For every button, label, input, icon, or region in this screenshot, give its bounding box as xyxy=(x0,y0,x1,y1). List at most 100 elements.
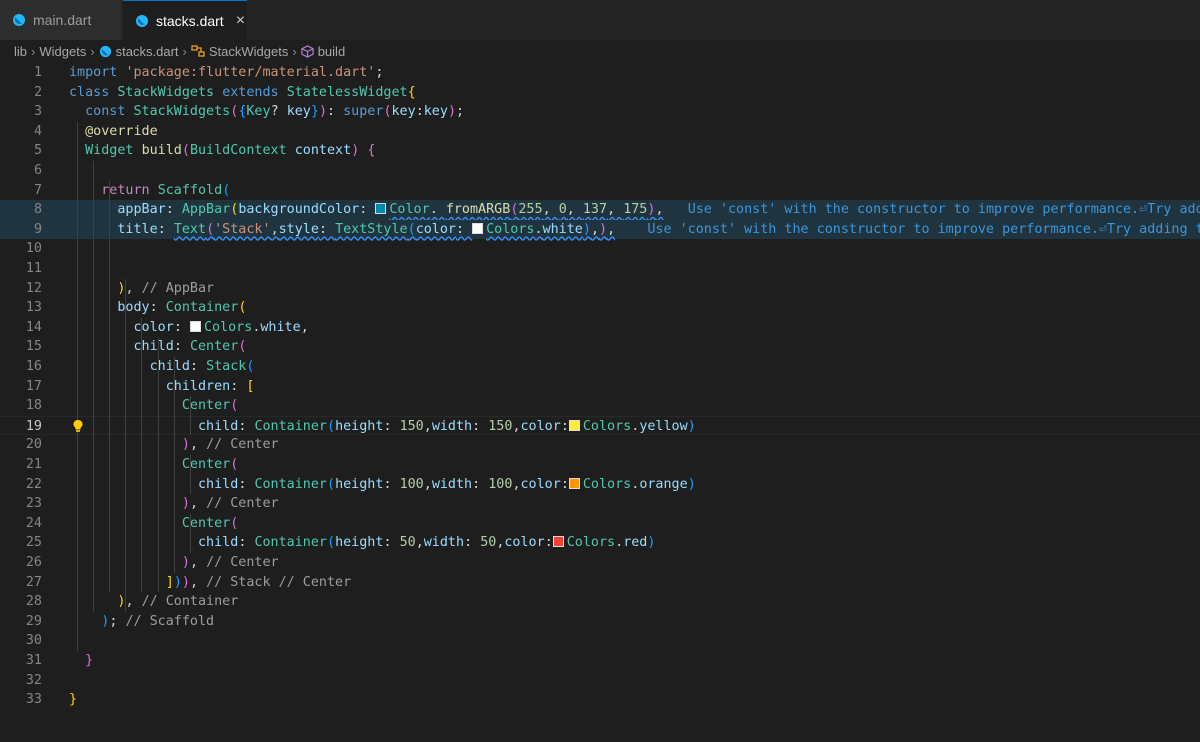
code-text: } xyxy=(69,651,93,671)
code-line[interactable]: 4 @override xyxy=(0,122,1200,142)
code-line[interactable]: 14 color: Colors.white, xyxy=(0,318,1200,338)
code-token: Container xyxy=(254,476,327,492)
code-token: Colors xyxy=(582,418,632,434)
code-line[interactable]: 28 ), // Container xyxy=(0,592,1200,612)
line-number: 33 xyxy=(25,692,42,708)
code-token: extends xyxy=(222,84,287,100)
code-line[interactable]: 3 const StackWidgets({Key? key}): super(… xyxy=(0,102,1200,122)
code-token: appBar xyxy=(117,202,166,218)
code-token: . xyxy=(615,535,624,551)
code-line[interactable]: 19 child: Container(height: 150,width: 1… xyxy=(0,415,1200,436)
code-text: child: Container(height: 100,width: 100,… xyxy=(69,475,696,495)
line-number: 7 xyxy=(33,182,42,198)
code-line[interactable]: 10 xyxy=(0,239,1200,259)
code-line[interactable]: 30 xyxy=(0,631,1200,651)
code-line[interactable]: 6 xyxy=(0,161,1200,181)
line-number: 11 xyxy=(25,261,42,276)
code-token: , xyxy=(655,202,664,218)
code-line[interactable]: 20 ), // Center xyxy=(0,435,1200,455)
code-line[interactable]: 5 Widget build(BuildContext context) { xyxy=(0,141,1200,161)
code-line[interactable]: 7 return Scaffold( xyxy=(0,181,1200,201)
breadcrumb-method[interactable]: build xyxy=(301,44,345,59)
code-line[interactable]: 25 child: Container(height: 50,width: 50… xyxy=(0,533,1200,553)
code-line[interactable]: 15 child: Center( xyxy=(0,337,1200,357)
close-icon[interactable]: × xyxy=(236,12,245,30)
code-token: 175 xyxy=(623,202,648,218)
code-line[interactable]: 22 child: Container(height: 100,width: 1… xyxy=(0,475,1200,495)
code-token: build xyxy=(141,143,182,159)
breadcrumb-class-label: StackWidgets xyxy=(208,43,289,59)
code-token: key xyxy=(391,104,416,120)
color-swatch-icon[interactable] xyxy=(568,419,580,431)
code-token: StatelessWidget xyxy=(286,84,408,100)
code-token: width xyxy=(431,476,473,492)
breadcrumb-lib[interactable]: lib xyxy=(14,44,27,59)
color-swatch-icon[interactable] xyxy=(552,536,564,548)
color-swatch-icon[interactable] xyxy=(375,203,387,215)
code-token: ( xyxy=(383,104,392,120)
code-token: title xyxy=(117,221,158,237)
code-line[interactable]: 16 child: Stack( xyxy=(0,357,1200,377)
code-editor[interactable]: 1 import 'package:flutter/material.dart';… xyxy=(0,62,1200,742)
code-line[interactable]: 23 ), // Center xyxy=(0,494,1200,514)
code-token: ( xyxy=(327,418,336,434)
breadcrumb-class[interactable]: StackWidgets xyxy=(191,44,288,59)
code-token: // Stack // Center xyxy=(206,574,352,590)
code-token: style xyxy=(278,221,319,237)
breadcrumb-widgets[interactable]: Widgets xyxy=(39,44,86,59)
tab-main-dart[interactable]: main.dart xyxy=(0,0,122,40)
code-token: color xyxy=(520,476,561,492)
code-line[interactable]: 11 xyxy=(0,259,1200,279)
tab-stacks-dart[interactable]: stacks.dart × xyxy=(123,0,247,40)
color-swatch-icon[interactable] xyxy=(189,320,201,332)
code-token: color xyxy=(415,221,456,237)
code-line[interactable]: 2 class StackWidgets extends StatelessWid… xyxy=(0,83,1200,103)
line-number: 16 xyxy=(25,359,42,374)
code-line[interactable]: 1 import 'package:flutter/material.dart'; xyxy=(0,63,1200,83)
code-token: Stack xyxy=(206,359,247,374)
code-line[interactable]: 12 ), // AppBar xyxy=(0,279,1200,299)
code-line[interactable]: 8 appBar: AppBar(backgroundColor: Color.… xyxy=(0,200,1200,220)
inline-hint: Use 'const' with the constructor to impr… xyxy=(647,221,1200,237)
code-text: ); // Scaffold xyxy=(69,612,214,632)
line-number: 25 xyxy=(25,535,42,551)
code-line[interactable]: 27 ])), // Stack // Center xyxy=(0,573,1200,593)
code-token: , xyxy=(125,280,142,296)
code-text: Center( xyxy=(69,455,238,475)
code-token: . xyxy=(534,221,543,237)
code-line[interactable]: 13 body: Container( xyxy=(0,298,1200,318)
code-token: import xyxy=(69,65,126,80)
code-line[interactable]: 29 ); // Scaffold xyxy=(0,612,1200,632)
code-token: @override xyxy=(85,123,158,139)
line-number: 23 xyxy=(25,496,42,512)
code-line[interactable]: 24 Center( xyxy=(0,514,1200,534)
code-token: , xyxy=(590,221,599,237)
color-swatch-icon[interactable] xyxy=(472,222,484,234)
line-number: 18 xyxy=(25,398,42,414)
code-token: class xyxy=(69,84,118,100)
code-token: ? xyxy=(270,104,287,120)
code-line[interactable]: 33} xyxy=(0,690,1200,710)
color-swatch-icon[interactable] xyxy=(568,477,580,489)
code-token: // Container xyxy=(141,594,239,610)
code-line[interactable]: 17 children: [ xyxy=(0,377,1200,397)
lightbulb-icon[interactable] xyxy=(72,419,84,433)
code-token: 'Stack' xyxy=(214,221,271,237)
code-token: , xyxy=(415,535,424,551)
code-line[interactable]: 18 Center( xyxy=(0,396,1200,416)
code-token: height xyxy=(335,476,384,492)
line-number: 27 xyxy=(25,574,42,590)
code-line[interactable]: 21 Center( xyxy=(0,455,1200,475)
code-line[interactable]: 32 xyxy=(0,671,1200,691)
breadcrumb-file[interactable]: stacks.dart xyxy=(99,44,179,59)
code-token: , xyxy=(607,202,624,218)
class-icon xyxy=(191,44,205,57)
code-line[interactable]: 9 title: Text('Stack',style: TextStyle(c… xyxy=(0,219,1200,240)
code-line[interactable]: 26 ), // Center xyxy=(0,553,1200,573)
line-number: 14 xyxy=(25,319,42,335)
code-token: , xyxy=(189,437,207,453)
code-line[interactable]: 31 } xyxy=(0,651,1200,671)
code-token: AppBar xyxy=(181,202,231,218)
code-token: width xyxy=(423,535,465,551)
